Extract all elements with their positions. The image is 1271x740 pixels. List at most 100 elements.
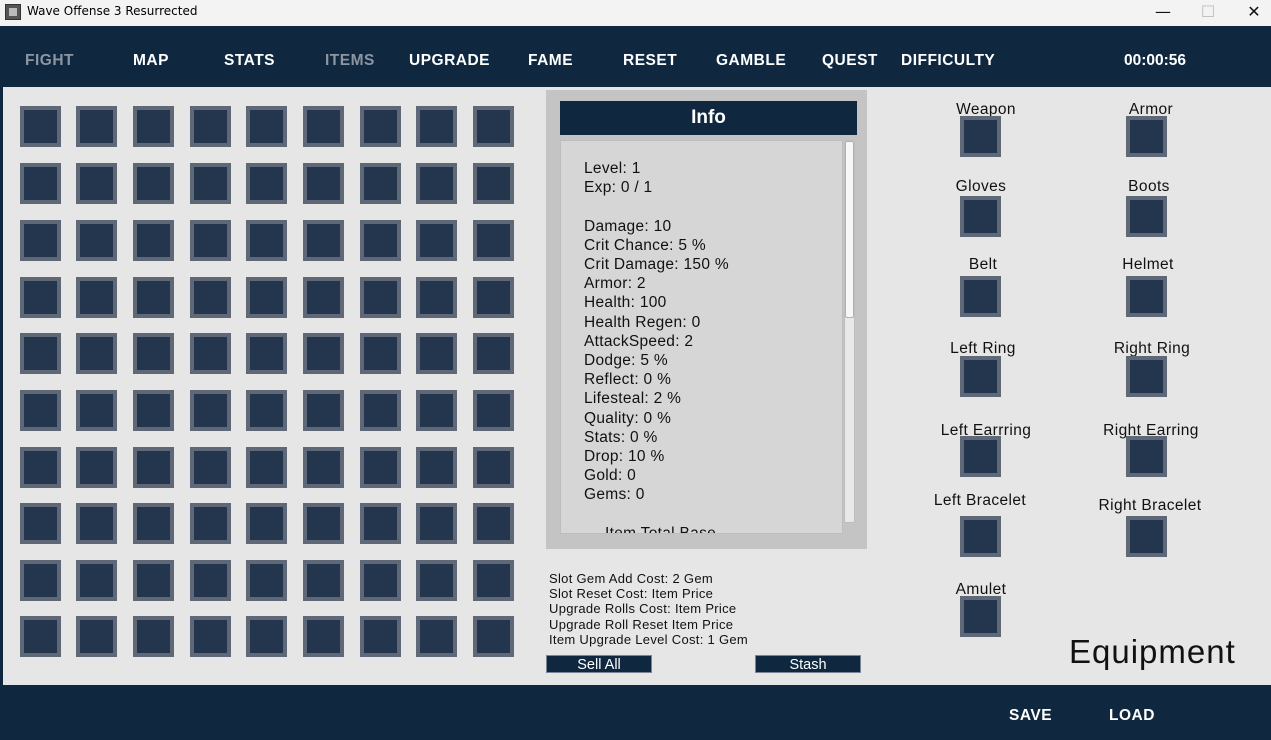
inventory-slot[interactable] — [416, 616, 457, 657]
inventory-slot[interactable] — [76, 390, 117, 431]
inventory-slot[interactable] — [133, 333, 174, 374]
inventory-slot[interactable] — [416, 106, 457, 147]
inventory-slot[interactable] — [133, 560, 174, 601]
inventory-slot[interactable] — [20, 560, 61, 601]
inventory-slot[interactable] — [20, 163, 61, 204]
inventory-slot[interactable] — [20, 503, 61, 544]
load-button[interactable]: LOAD — [1109, 707, 1155, 725]
inventory-slot[interactable] — [416, 333, 457, 374]
equip-slot-left-bracelet[interactable] — [960, 516, 1001, 557]
inventory-slot[interactable] — [246, 106, 287, 147]
nav-items[interactable]: ITEMS — [325, 52, 375, 70]
equip-slot-gloves[interactable] — [960, 196, 1001, 237]
inventory-slot[interactable] — [303, 277, 344, 318]
inventory-slot[interactable] — [303, 220, 344, 261]
equip-slot-armor[interactable] — [1126, 116, 1167, 157]
nav-difficulty[interactable]: DIFFICULTY — [901, 52, 995, 70]
nav-reset[interactable]: RESET — [623, 52, 677, 70]
inventory-slot[interactable] — [246, 277, 287, 318]
inventory-slot[interactable] — [190, 616, 231, 657]
inventory-slot[interactable] — [190, 560, 231, 601]
inventory-slot[interactable] — [76, 447, 117, 488]
inventory-slot[interactable] — [360, 220, 401, 261]
inventory-slot[interactable] — [133, 163, 174, 204]
inventory-slot[interactable] — [303, 503, 344, 544]
inventory-slot[interactable] — [133, 277, 174, 318]
inventory-slot[interactable] — [20, 106, 61, 147]
inventory-slot[interactable] — [246, 503, 287, 544]
equip-slot-right-bracelet[interactable] — [1126, 516, 1167, 557]
inventory-slot[interactable] — [360, 277, 401, 318]
inventory-slot[interactable] — [190, 106, 231, 147]
inventory-slot[interactable] — [303, 616, 344, 657]
save-button[interactable]: SAVE — [1009, 707, 1052, 725]
inventory-slot[interactable] — [303, 447, 344, 488]
nav-stats[interactable]: STATS — [224, 52, 275, 70]
inventory-slot[interactable] — [360, 447, 401, 488]
inventory-slot[interactable] — [360, 616, 401, 657]
inventory-slot[interactable] — [190, 390, 231, 431]
inventory-slot[interactable] — [190, 447, 231, 488]
inventory-slot[interactable] — [190, 163, 231, 204]
inventory-slot[interactable] — [473, 503, 514, 544]
inventory-slot[interactable] — [473, 220, 514, 261]
inventory-slot[interactable] — [360, 560, 401, 601]
inventory-slot[interactable] — [76, 616, 117, 657]
inventory-slot[interactable] — [76, 277, 117, 318]
inventory-slot[interactable] — [416, 163, 457, 204]
inventory-slot[interactable] — [20, 390, 61, 431]
inventory-slot[interactable] — [360, 390, 401, 431]
inventory-slot[interactable] — [246, 447, 287, 488]
inventory-slot[interactable] — [76, 333, 117, 374]
close-button[interactable]: ✕ — [1231, 0, 1271, 26]
equip-slot-helmet[interactable] — [1126, 276, 1167, 317]
inventory-slot[interactable] — [360, 333, 401, 374]
nav-gamble[interactable]: GAMBLE — [716, 52, 786, 70]
inventory-slot[interactable] — [133, 106, 174, 147]
inventory-slot[interactable] — [133, 447, 174, 488]
inventory-slot[interactable] — [473, 163, 514, 204]
inventory-slot[interactable] — [76, 503, 117, 544]
equip-slot-weapon[interactable] — [960, 116, 1001, 157]
inventory-slot[interactable] — [246, 390, 287, 431]
nav-map[interactable]: MAP — [133, 52, 169, 70]
minimize-button[interactable]: — — [1140, 0, 1186, 26]
inventory-slot[interactable] — [246, 220, 287, 261]
equip-slot-boots[interactable] — [1126, 196, 1167, 237]
maximize-button[interactable]: ☐ — [1185, 0, 1231, 26]
equip-slot-right-ring[interactable] — [1126, 356, 1167, 397]
inventory-slot[interactable] — [190, 220, 231, 261]
inventory-slot[interactable] — [303, 390, 344, 431]
inventory-slot[interactable] — [20, 447, 61, 488]
inventory-slot[interactable] — [76, 106, 117, 147]
inventory-slot[interactable] — [360, 106, 401, 147]
inventory-slot[interactable] — [360, 163, 401, 204]
inventory-slot[interactable] — [416, 447, 457, 488]
inventory-slot[interactable] — [473, 333, 514, 374]
sell-all-button[interactable]: Sell All — [546, 655, 652, 673]
inventory-slot[interactable] — [133, 390, 174, 431]
inventory-slot[interactable] — [246, 163, 287, 204]
inventory-slot[interactable] — [133, 220, 174, 261]
inventory-slot[interactable] — [473, 616, 514, 657]
inventory-slot[interactable] — [76, 163, 117, 204]
inventory-slot[interactable] — [190, 333, 231, 374]
inventory-slot[interactable] — [20, 277, 61, 318]
nav-fame[interactable]: FAME — [528, 52, 573, 70]
inventory-slot[interactable] — [416, 560, 457, 601]
info-scrollbar-thumb[interactable] — [845, 141, 854, 318]
inventory-slot[interactable] — [416, 277, 457, 318]
equip-slot-amulet[interactable] — [960, 596, 1001, 637]
stash-button[interactable]: Stash — [755, 655, 861, 673]
info-scrollbar[interactable] — [844, 140, 855, 523]
nav-fight[interactable]: FIGHT — [25, 52, 74, 70]
inventory-slot[interactable] — [303, 560, 344, 601]
nav-upgrade[interactable]: UPGRADE — [409, 52, 490, 70]
nav-quest[interactable]: QUEST — [822, 52, 878, 70]
equip-slot-left-ring[interactable] — [960, 356, 1001, 397]
inventory-slot[interactable] — [133, 616, 174, 657]
inventory-slot[interactable] — [246, 333, 287, 374]
inventory-slot[interactable] — [20, 616, 61, 657]
inventory-slot[interactable] — [190, 503, 231, 544]
inventory-slot[interactable] — [303, 333, 344, 374]
